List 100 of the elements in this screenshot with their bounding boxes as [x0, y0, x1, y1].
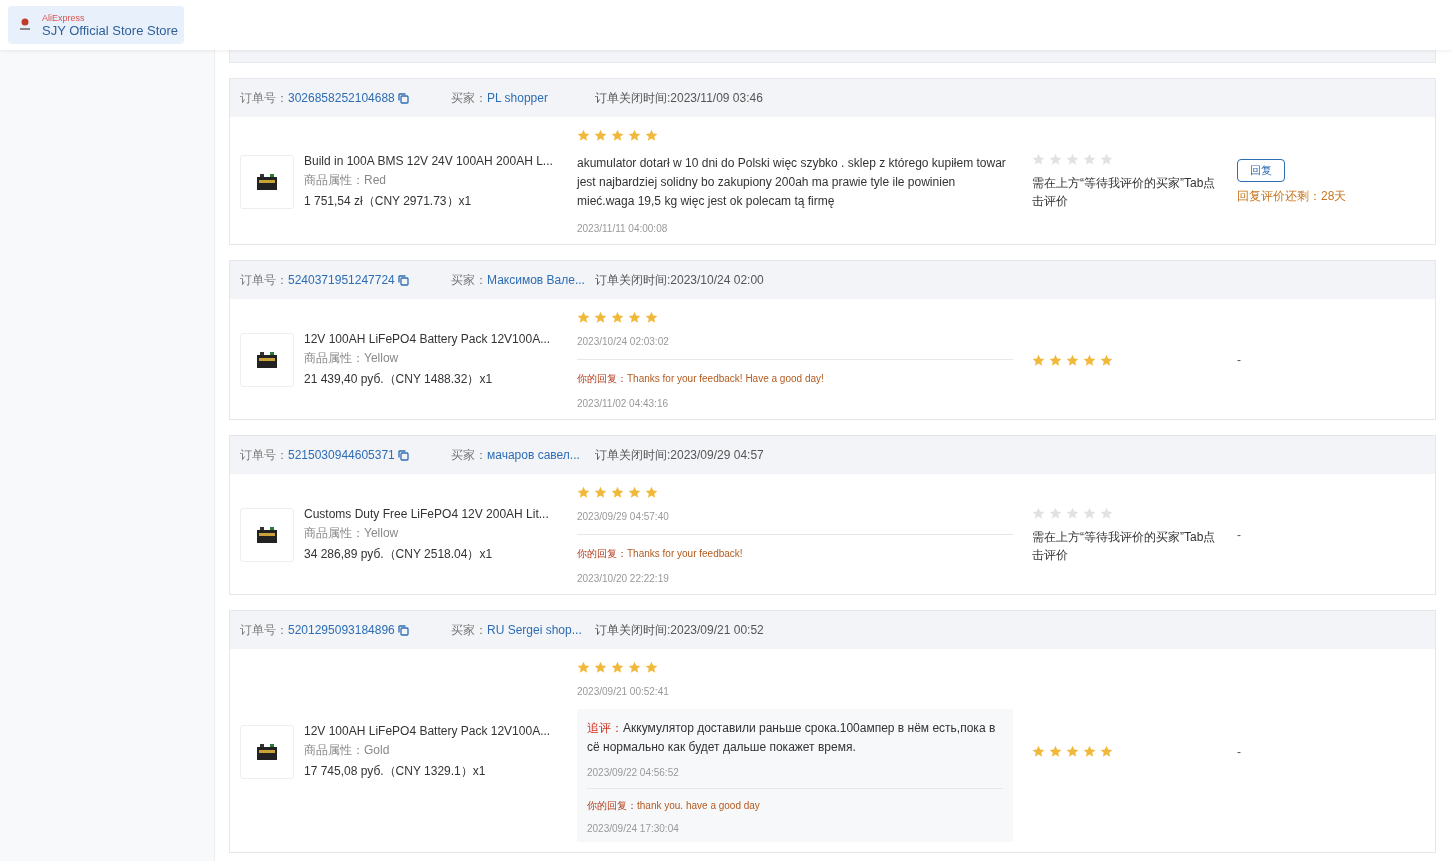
- product-price: 17 745,08 руб.（CNY 1329.1）x1: [304, 762, 487, 780]
- star-icon: [1100, 153, 1113, 166]
- order-number-label: 订单号：: [240, 89, 288, 107]
- battery-icon: [256, 742, 278, 761]
- seller-reply: 你的回复：Thanks for your feedback!: [577, 547, 744, 561]
- star-icon: [577, 311, 590, 324]
- star-icon: [1049, 506, 1062, 520]
- order-number-label: 订单号：: [240, 621, 288, 639]
- star-icon: [645, 129, 658, 142]
- close-time: 订单关闭时间:2023/09/29 04:57: [595, 446, 764, 464]
- star-icon: [594, 311, 607, 324]
- product-price: 21 439,40 руб.（CNY 1488.32）x1: [304, 371, 494, 388]
- product-title[interactable]: 12V 100AH LiFePO4 Battery Pack 12V100A...: [304, 723, 551, 738]
- order-number-link[interactable]: 3026858252104688: [288, 91, 395, 105]
- no-action: -: [1237, 744, 1241, 759]
- order-number-label: 订单号：: [240, 271, 288, 289]
- star-icon: [645, 486, 658, 499]
- star-icon: [611, 486, 624, 499]
- rating-hint: 需在上方“等待我评价的买家”Tab点击评价: [1032, 528, 1217, 564]
- reply-time: 2023/10/20 22:22:19: [577, 573, 670, 584]
- star-icon: [611, 661, 624, 674]
- star-icon: [628, 661, 641, 674]
- star-icon: [645, 661, 658, 674]
- store-logo-icon: [18, 17, 32, 33]
- store-name: SJY Official Store Store: [42, 22, 179, 38]
- copy-icon[interactable]: [397, 274, 409, 286]
- star-icon: [611, 311, 624, 324]
- star-icon: [645, 311, 658, 324]
- order-number-label: 订单号：: [240, 446, 288, 464]
- star-icon: [577, 661, 590, 674]
- close-time: 订单关闭时间:2023/10/24 02:00: [595, 271, 764, 289]
- buyer-label: 买家：: [451, 271, 487, 289]
- buyer-label: 买家：: [451, 446, 487, 464]
- review-time: 2023/09/29 04:57:40: [577, 511, 670, 522]
- product-title[interactable]: Customs Duty Free LiFePO4 12V 200AH Lit...: [304, 507, 549, 521]
- copy-icon[interactable]: [397, 449, 409, 461]
- buyer-label: 买家：: [451, 89, 487, 107]
- reply-time: 2023/09/24 17:30:04: [587, 823, 680, 834]
- star-icon: [594, 486, 607, 499]
- order-number-link[interactable]: 5240371951247724: [288, 273, 395, 287]
- star-icon: [1066, 153, 1079, 166]
- star-icon: [1032, 153, 1045, 166]
- buyer-link[interactable]: RU Sergei shop...: [487, 623, 582, 637]
- product-attribute: 商品属性：Red: [304, 171, 387, 189]
- battery-icon: [256, 526, 278, 544]
- star-icon: [1032, 745, 1045, 758]
- product-title[interactable]: Build in 100A BMS 12V 24V 100AH 200AH L...: [304, 153, 553, 168]
- star-icon: [628, 129, 641, 142]
- star-icon: [1032, 506, 1045, 520]
- order-number-link[interactable]: 5201295093184896: [288, 623, 395, 637]
- product-attribute: 商品属性：Gold: [304, 741, 391, 759]
- close-time: 订单关闭时间:2023/11/09 03:46: [595, 89, 763, 107]
- review-text: akumulator dotarł w 10 dni do Polski więc szybko . sklep z którego kupiłem towar jest najbardziej solidny bo zakupiony 200ah ma prawie tyle ile powinien mieć.waga 19,5 kg więc jest ok polecam tą firmę: [577, 155, 1007, 210]
- star-icon: [611, 129, 624, 142]
- buyer-link[interactable]: Максимов Вале...: [487, 273, 585, 287]
- star-icon: [1066, 506, 1079, 520]
- buyer-link[interactable]: PL shopper: [487, 91, 548, 105]
- rating-hint: 需在上方“等待我评价的买家”Tab点击评价: [1032, 175, 1217, 210]
- star-icon: [594, 129, 607, 142]
- no-action: -: [1237, 528, 1241, 542]
- product-title[interactable]: 12V 100AH LiFePO4 Battery Pack 12V100A...: [304, 332, 551, 346]
- reply-time: 2023/11/02 04:43:16: [577, 398, 669, 409]
- review-time: 2023/10/24 02:03:02: [577, 336, 670, 347]
- star-icon: [1066, 353, 1079, 367]
- star-icon: [577, 129, 590, 142]
- buyer-label: 买家：: [451, 621, 487, 639]
- battery-icon: [256, 351, 278, 369]
- copy-icon[interactable]: [397, 92, 409, 104]
- seller-reply: 你的回复：thank you. have a good day: [587, 799, 761, 813]
- product-attribute: 商品属性：Yellow: [304, 525, 400, 542]
- seller-reply: 你的回复：Thanks for your feedback! Have a good day!: [577, 372, 825, 386]
- star-icon: [1049, 353, 1062, 367]
- star-icon: [1066, 745, 1079, 758]
- copy-icon[interactable]: [397, 624, 409, 636]
- star-icon: [1100, 506, 1113, 520]
- buyer-link[interactable]: мачаров савел...: [487, 448, 580, 462]
- star-icon: [1083, 153, 1096, 166]
- star-icon: [1100, 745, 1113, 758]
- brand-label: AliExpress: [42, 12, 86, 23]
- close-time: 订单关闭时间:2023/09/21 00:52: [595, 621, 764, 639]
- product-price: 1 751,54 zł（CNY 2971.73）x1: [304, 192, 473, 210]
- star-icon: [1083, 745, 1096, 758]
- star-icon: [594, 661, 607, 674]
- order-number-link[interactable]: 5215030944605371: [288, 448, 395, 462]
- star-icon: [628, 486, 641, 499]
- product-attribute: 商品属性：Yellow: [304, 350, 400, 367]
- star-icon: [1083, 353, 1096, 367]
- product-price: 34 286,89 руб.（CNY 2518.04）x1: [304, 546, 494, 563]
- star-icon: [1049, 745, 1062, 758]
- followup-time: 2023/09/22 04:56:52: [587, 767, 680, 778]
- review-time: 2023/11/11 04:00:08: [577, 223, 669, 234]
- store-badge[interactable]: AliExpress SJY Official Store Store: [8, 6, 185, 44]
- star-icon: [1049, 153, 1062, 166]
- star-icon: [628, 311, 641, 324]
- battery-icon: [256, 172, 278, 191]
- reply-button[interactable]: 回复: [1237, 158, 1285, 182]
- followup-text: 追评：Аккумулятор доставили раньше срока.100ампер в нём есть,пока в сё нормально как будет дальше покажет время.: [587, 720, 997, 756]
- star-icon: [1083, 506, 1096, 520]
- star-icon: [1032, 353, 1045, 367]
- reply-deadline: 回复评价还剩：28天: [1237, 187, 1347, 205]
